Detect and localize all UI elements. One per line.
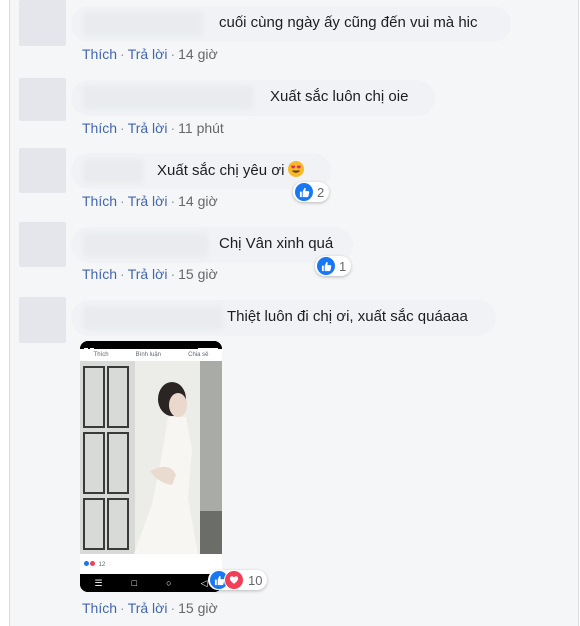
comment-text: cuối cùng ngày ấy cũng đến vui mà hic	[219, 14, 478, 31]
reaction-summary[interactable]: 10	[208, 570, 268, 590]
comment-time[interactable]: 11 phút	[178, 120, 224, 136]
comment-actions: Thích · Trả lời · 14 giờ	[82, 193, 218, 209]
reaction-count: 10	[248, 572, 263, 588]
comment-bubble: Chị Vân xinh quá	[71, 227, 353, 263]
avatar[interactable]	[19, 0, 66, 46]
reply-link[interactable]: Trả lời	[128, 266, 168, 282]
phone-like-tab: Thích	[93, 352, 109, 358]
commenter-name-blurred[interactable]	[83, 306, 223, 330]
phone-reaction-count: 12	[98, 562, 106, 568]
like-reaction-icon	[317, 257, 335, 275]
phone-tab-bar: Thích Bình luận Chia sẻ	[80, 349, 222, 361]
like-link[interactable]: Thích	[82, 600, 117, 616]
back-icon: ◁	[200, 577, 208, 588]
avatar[interactable]	[19, 222, 66, 267]
comment-photo-attachment[interactable]: Thích Bình luận Chia sẻ 12 ☰ □ ○ ◁	[80, 341, 222, 592]
love-reaction-icon	[224, 570, 244, 590]
phone-comment-tab: Bình luận	[135, 352, 162, 358]
commenter-name-blurred[interactable]	[83, 86, 253, 110]
reply-link[interactable]: Trả lời	[128, 600, 168, 616]
phone-share-tab: Chia sẻ	[188, 352, 209, 358]
comment-time[interactable]: 15 giờ	[178, 266, 218, 282]
photo-woman-in-white-dress	[80, 361, 222, 574]
comments-panel: cuối cùng ngày ấy cũng đến vui mà hic Th…	[9, 0, 579, 626]
comment-text: Thiệt luôn đi chị ơi, xuất sắc quáaaa	[227, 308, 468, 325]
comment-time[interactable]: 14 giờ	[178, 193, 218, 209]
phone-nav-bar: ☰ □ ○ ◁	[80, 574, 222, 592]
reaction-count: 2	[317, 184, 325, 200]
comment-actions: Thích · Trả lời · 11 phút	[82, 120, 224, 136]
phone-reaction-footer: 12	[80, 554, 222, 574]
like-link[interactable]: Thích	[82, 120, 117, 136]
menu-icon: ☰	[94, 577, 103, 588]
commenter-name-blurred[interactable]	[83, 233, 208, 257]
heart-eyes-emoji-icon	[288, 161, 305, 177]
commenter-name-blurred[interactable]	[83, 159, 143, 183]
comment-text: Chị Vân xinh quá	[219, 235, 334, 252]
comment-bubble: Xuất sắc chị yêu ơi	[71, 153, 331, 189]
comment-actions: Thích · Trả lời · 14 giờ	[82, 46, 218, 62]
reaction-summary[interactable]: 1	[315, 256, 352, 276]
comment-text: Xuất sắc chị yêu ơi	[157, 161, 305, 179]
commenter-name-blurred[interactable]	[83, 12, 203, 36]
comment-bubble: Thiệt luôn đi chị ơi, xuất sắc quáaaa	[71, 300, 496, 336]
home-icon: ○	[166, 578, 172, 588]
reply-link[interactable]: Trả lời	[128, 46, 168, 62]
reply-link[interactable]: Trả lời	[128, 193, 168, 209]
comment-actions: Thích · Trả lời · 15 giờ	[82, 600, 218, 616]
avatar[interactable]	[19, 148, 66, 193]
comment-text: Xuất sắc luôn chị oie	[270, 88, 409, 105]
like-link[interactable]: Thích	[82, 193, 117, 209]
recents-icon: □	[131, 578, 138, 588]
like-link[interactable]: Thích	[82, 266, 117, 282]
reply-link[interactable]: Trả lời	[128, 120, 168, 136]
phone-status-bar	[80, 341, 222, 352]
avatar[interactable]	[19, 297, 66, 343]
like-link[interactable]: Thích	[82, 46, 117, 62]
comment-bubble: Xuất sắc luôn chị oie	[71, 80, 435, 116]
reaction-count: 1	[339, 258, 347, 274]
comment-time[interactable]: 15 giờ	[178, 600, 218, 616]
like-reaction-icon	[295, 183, 313, 201]
reaction-summary[interactable]: 2	[293, 182, 330, 202]
comment-time[interactable]: 14 giờ	[178, 46, 218, 62]
comment-bubble: cuối cùng ngày ấy cũng đến vui mà hic	[71, 6, 511, 42]
comment-actions: Thích · Trả lời · 15 giờ	[82, 266, 218, 282]
avatar[interactable]	[19, 78, 66, 121]
